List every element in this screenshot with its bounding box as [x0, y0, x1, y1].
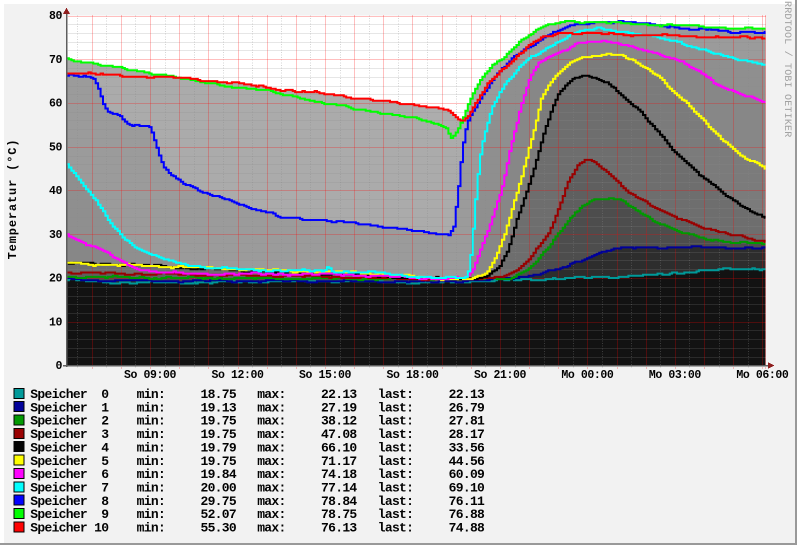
svg-text:Mo 00:00: Mo 00:00: [561, 369, 614, 382]
svg-text:So 21:00: So 21:00: [474, 369, 527, 382]
svg-text:So 18:00: So 18:00: [386, 369, 439, 382]
svg-text:80: 80: [49, 10, 63, 23]
svg-text:Speicher 10 min: 55.30: Speicher 10 min: 55.30 max: 76.13 last: …: [30, 521, 485, 536]
svg-text:Mo 06:00: Mo 06:00: [736, 369, 789, 382]
svg-text:70: 70: [49, 54, 63, 67]
svg-text:Temperatur (°C): Temperatur (°C): [6, 139, 20, 260]
svg-text:RRDTOOL / TOBI OETIKER: RRDTOOL / TOBI OETIKER: [781, 1, 793, 137]
svg-text:30: 30: [49, 229, 63, 242]
svg-text:So 15:00: So 15:00: [299, 369, 352, 382]
svg-text:0: 0: [55, 360, 62, 373]
svg-text:10: 10: [49, 316, 63, 329]
svg-text:20: 20: [49, 273, 63, 286]
svg-text:40: 40: [49, 185, 63, 198]
svg-text:60: 60: [49, 98, 63, 111]
svg-text:So 12:00: So 12:00: [211, 369, 264, 382]
svg-text:Mo 03:00: Mo 03:00: [649, 369, 702, 382]
svg-text:50: 50: [49, 141, 63, 154]
svg-text:So 09:00: So 09:00: [124, 369, 177, 382]
